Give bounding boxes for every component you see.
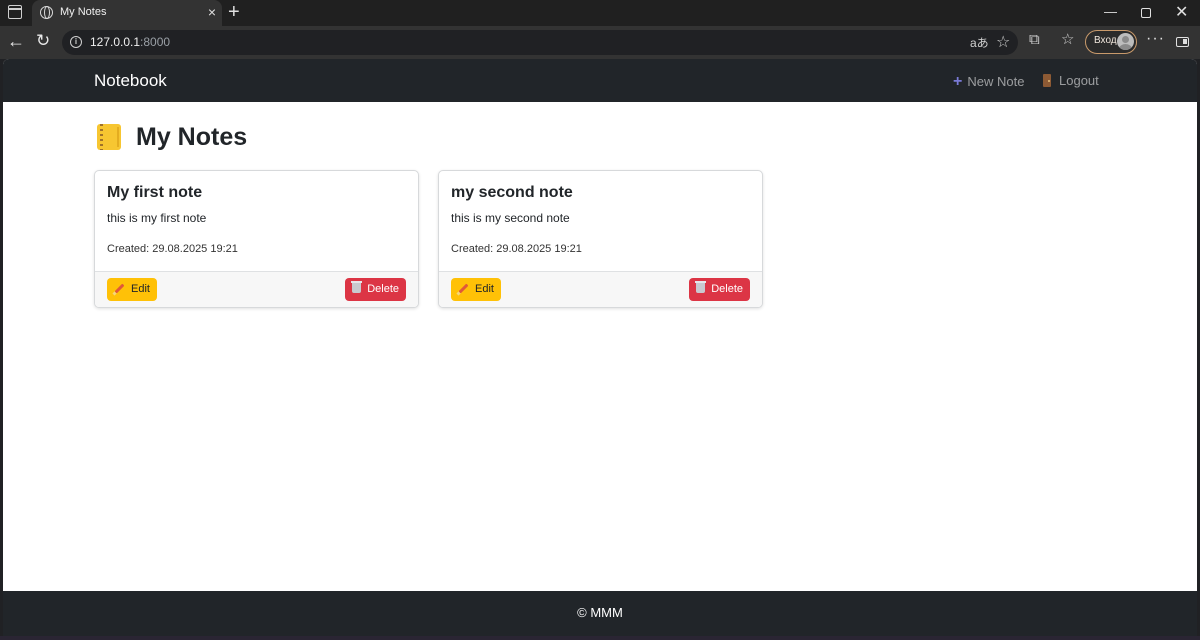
tab-close-icon[interactable]: × bbox=[208, 4, 216, 20]
note-text: this is my first note bbox=[107, 211, 207, 225]
delete-button[interactable]: Delete bbox=[345, 278, 406, 301]
avatar-icon bbox=[1117, 33, 1134, 50]
site-info-icon[interactable]: i bbox=[70, 36, 82, 48]
tab-title: My Notes bbox=[60, 6, 107, 18]
logout-label: Logout bbox=[1059, 73, 1099, 88]
reload-icon[interactable]: ↻ bbox=[36, 31, 50, 51]
plus-icon: + bbox=[953, 73, 963, 90]
more-options-icon[interactable]: ··· bbox=[1146, 30, 1165, 48]
split-screen-icon[interactable] bbox=[1176, 37, 1189, 47]
wastebasket-icon bbox=[695, 281, 707, 293]
pencil-icon bbox=[114, 283, 125, 294]
favorite-star-icon[interactable]: ☆ bbox=[996, 32, 1010, 52]
note-card: my second note this is my second note Cr… bbox=[438, 170, 763, 308]
browser-toolbar: ← ↻ i 127.0.0.1:8000 aあ ☆ ⧉ ☆ Вход ··· bbox=[0, 26, 1200, 59]
wastebasket-icon bbox=[351, 281, 363, 293]
url-text[interactable]: 127.0.0.1:8000 bbox=[90, 35, 170, 49]
taskbar-edge bbox=[0, 636, 1200, 640]
url-host: 127.0.0.1 bbox=[90, 35, 141, 49]
browser-tab-bar: My Notes × + — ✕ bbox=[0, 0, 1200, 26]
pencil-icon bbox=[458, 283, 469, 294]
page-viewport: Notebook + New Note Logout My Notes My fi… bbox=[3, 59, 1197, 636]
profile-button[interactable]: Вход bbox=[1085, 30, 1137, 54]
note-text: this is my second note bbox=[451, 211, 570, 225]
new-note-link[interactable]: + New Note bbox=[953, 73, 1024, 91]
footer-copyright: © MMM bbox=[577, 605, 623, 620]
address-bar[interactable]: i 127.0.0.1:8000 aあ ☆ bbox=[62, 30, 1018, 55]
navbar: Notebook + New Note Logout bbox=[3, 59, 1197, 102]
back-icon[interactable]: ← bbox=[7, 31, 25, 52]
note-created-date: Created: 29.08.2025 19:21 bbox=[451, 243, 582, 255]
globe-icon bbox=[40, 6, 53, 19]
favorites-icon[interactable]: ☆ bbox=[1061, 30, 1074, 48]
note-created-date: Created: 29.08.2025 19:21 bbox=[107, 243, 238, 255]
tab-actions-icon[interactable] bbox=[8, 5, 22, 19]
notebook-icon bbox=[97, 124, 121, 150]
edit-label: Edit bbox=[131, 283, 150, 295]
delete-button[interactable]: Delete bbox=[689, 278, 750, 301]
edit-label: Edit bbox=[475, 283, 494, 295]
note-card: My first note this is my first note Crea… bbox=[94, 170, 419, 308]
delete-label: Delete bbox=[367, 283, 399, 295]
door-icon bbox=[1043, 74, 1051, 87]
edit-button[interactable]: Edit bbox=[451, 278, 501, 301]
window-close-icon[interactable]: ✕ bbox=[1175, 2, 1188, 22]
profile-label: Вход bbox=[1094, 35, 1117, 46]
note-title: My first note bbox=[107, 184, 203, 201]
note-card-footer: Edit Delete bbox=[439, 271, 762, 307]
extensions-icon[interactable]: ⧉ bbox=[1029, 31, 1040, 48]
url-port: :8000 bbox=[140, 35, 171, 49]
maximize-icon[interactable] bbox=[1141, 8, 1151, 18]
translate-icon[interactable]: aあ bbox=[970, 34, 989, 51]
edit-button[interactable]: Edit bbox=[107, 278, 157, 301]
delete-label: Delete bbox=[711, 283, 743, 295]
new-note-label: New Note bbox=[967, 74, 1025, 89]
note-title: my second note bbox=[451, 184, 573, 201]
note-card-footer: Edit Delete bbox=[95, 271, 418, 307]
page-title: My Notes bbox=[136, 123, 248, 151]
page-footer: © MMM bbox=[3, 591, 1197, 636]
tab-my-notes[interactable]: My Notes × bbox=[32, 0, 222, 26]
logout-link[interactable]: Logout bbox=[1043, 73, 1099, 88]
brand-link[interactable]: Notebook bbox=[94, 71, 167, 91]
new-tab-icon[interactable]: + bbox=[228, 1, 240, 23]
minimize-icon[interactable]: — bbox=[1104, 4, 1117, 19]
